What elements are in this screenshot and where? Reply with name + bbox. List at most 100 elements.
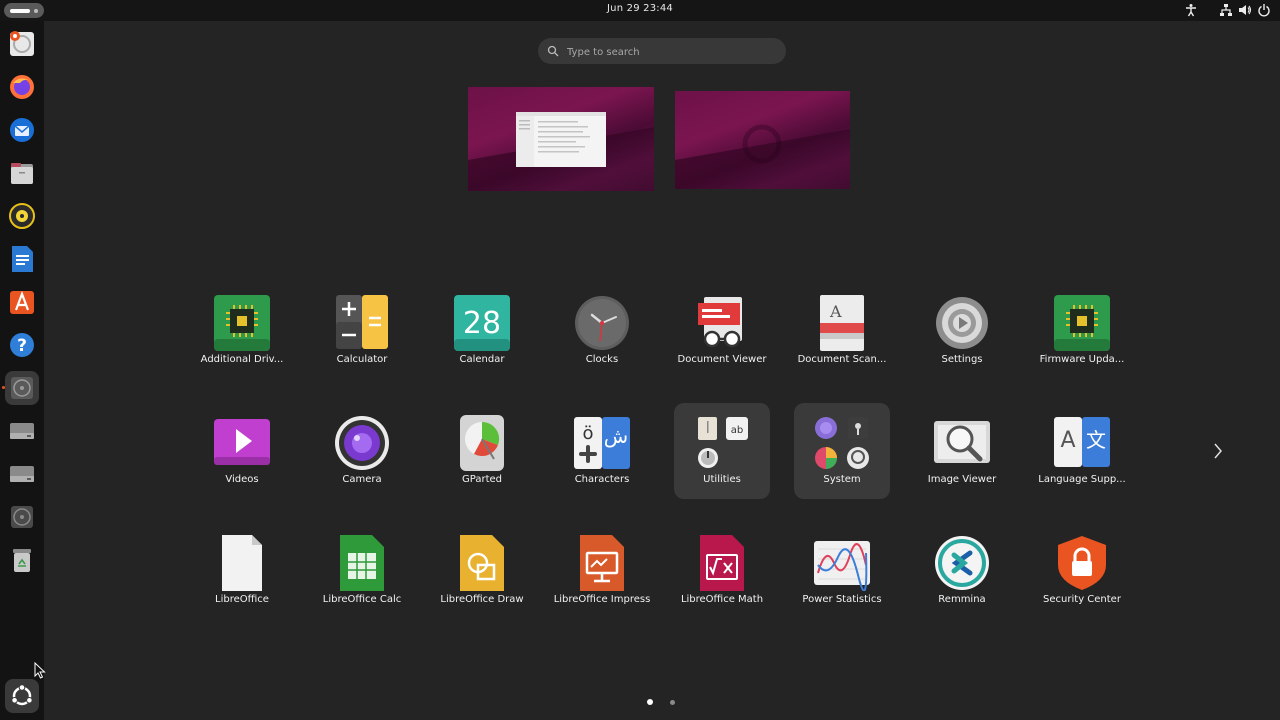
svg-text:文: 文 — [1086, 428, 1106, 452]
app-label: System — [823, 474, 861, 485]
show-apps-button[interactable] — [5, 679, 39, 713]
svg-text:A: A — [1060, 428, 1075, 453]
app-document-viewer[interactable]: Document Viewer — [674, 283, 770, 379]
app-image-viewer[interactable]: Image Viewer — [914, 403, 1010, 499]
app-label: Document Viewer — [677, 354, 767, 365]
accessibility-icon[interactable] — [1184, 3, 1198, 17]
app-label: Characters — [574, 474, 630, 485]
app-calendar[interactable]: 28 Calendar — [434, 283, 530, 379]
window-thumbnail[interactable] — [516, 112, 606, 167]
help-icon: ? — [10, 333, 34, 357]
dock-item-optical-drive[interactable] — [2, 371, 39, 405]
top-bar: Jun 29 23:44 — [0, 0, 1280, 21]
app-libreoffice-calc[interactable]: LibreOffice Calc — [314, 523, 410, 619]
folder-system[interactable]: System — [794, 403, 890, 499]
svg-text:?: ? — [17, 336, 27, 356]
document-viewer-icon — [698, 297, 742, 348]
characters-icon: ö ش — [574, 417, 630, 469]
app-security-center[interactable]: Security Center — [1034, 523, 1130, 619]
app-settings[interactable]: Settings — [914, 283, 1010, 379]
workspace-thumbnail-2[interactable] — [675, 91, 850, 189]
workspace-thumbnail-1[interactable] — [468, 87, 654, 191]
dock-item-rhythmbox[interactable] — [5, 199, 39, 233]
app-label: Videos — [225, 474, 259, 485]
dock-item-writer[interactable] — [5, 242, 39, 276]
page-indicator-2[interactable] — [670, 700, 675, 705]
app-label: LibreOffice Draw — [440, 594, 524, 605]
dock-item-firefox[interactable] — [5, 70, 39, 104]
dock-item-trash[interactable] — [5, 543, 39, 577]
app-characters[interactable]: ö ش Characters — [554, 403, 650, 499]
power-icon[interactable] — [1257, 3, 1271, 17]
document-scanner-icon: A — [820, 295, 864, 351]
search-icon — [547, 45, 559, 57]
magnifier-image-icon — [934, 421, 990, 463]
rhythmbox-icon — [9, 203, 35, 229]
app-language-support[interactable]: A 文 Language Supp... — [1034, 403, 1130, 499]
graph-icon — [814, 541, 870, 591]
app-label: Camera — [342, 474, 382, 485]
app-camera[interactable]: Camera — [314, 403, 410, 499]
app-label: Image Viewer — [927, 474, 997, 485]
calculator-icon — [336, 295, 388, 349]
spreadsheet-icon — [340, 535, 384, 591]
app-label: LibreOffice — [215, 594, 269, 605]
dock-item-thunderbird[interactable] — [5, 113, 39, 147]
chip-icon — [214, 295, 270, 351]
system-folder-icon — [815, 417, 869, 469]
dock-item-files[interactable] — [5, 156, 39, 190]
app-label: Clocks — [585, 354, 619, 365]
firmware-chip-icon — [1054, 295, 1110, 351]
app-remmina[interactable]: Remmina — [914, 523, 1010, 619]
app-label: GParted — [462, 474, 502, 485]
libreoffice-icon — [222, 535, 262, 591]
search-field[interactable] — [538, 38, 786, 64]
ubuntu-installer-icon — [10, 31, 34, 56]
app-label: Power Statistics — [802, 594, 882, 605]
clock-icon — [575, 296, 629, 350]
app-additional-drivers[interactable]: Additional Driv... — [194, 283, 290, 379]
app-gparted[interactable]: GParted — [434, 403, 530, 499]
app-calculator[interactable]: Calculator — [314, 283, 410, 379]
app-center-icon — [10, 290, 34, 314]
app-label: Firmware Upda... — [1039, 354, 1125, 365]
clock[interactable]: Jun 29 23:44 — [0, 3, 1280, 14]
running-indicator — [2, 386, 5, 389]
app-label: LibreOffice Math — [680, 594, 764, 605]
app-firmware-updater[interactable]: Firmware Upda... — [1034, 283, 1130, 379]
app-videos[interactable]: Videos — [194, 403, 290, 499]
optical-drive-icon — [11, 506, 33, 528]
app-power-statistics[interactable]: Power Statistics — [794, 523, 890, 619]
thunderbird-icon — [10, 118, 34, 142]
network-icon[interactable] — [1219, 3, 1233, 17]
svg-text:ö: ö — [582, 423, 593, 444]
dock-item-app-center[interactable] — [5, 285, 39, 319]
folder-utilities[interactable]: ab Utilities — [674, 403, 770, 499]
svg-text:ab: ab — [731, 425, 743, 436]
app-libreoffice-impress[interactable]: LibreOffice Impress — [554, 523, 650, 619]
dock-item-drive-1[interactable] — [5, 414, 39, 448]
firefox-icon — [10, 75, 34, 99]
app-label: Language Supp... — [1038, 474, 1126, 485]
app-libreoffice-draw[interactable]: LibreOffice Draw — [434, 523, 530, 619]
dock-item-drive-2[interactable] — [5, 457, 39, 491]
play-icon — [214, 419, 270, 465]
app-clocks[interactable]: Clocks — [554, 283, 650, 379]
app-label: Additional Driv... — [200, 354, 284, 365]
app-label: Document Scan... — [797, 354, 887, 365]
wallpaper-logo — [742, 124, 782, 164]
app-libreoffice[interactable]: LibreOffice — [194, 523, 290, 619]
dock-item-installer[interactable] — [5, 27, 39, 61]
app-label: LibreOffice Impress — [553, 594, 651, 605]
dock-item-optical-drive-2[interactable] — [5, 500, 39, 534]
app-label: Calculator — [336, 354, 388, 365]
volume-icon[interactable] — [1238, 3, 1252, 17]
calendar-day: 28 — [463, 306, 501, 341]
app-libreoffice-math[interactable]: LibreOffice Math — [674, 523, 770, 619]
page-indicator-1[interactable] — [647, 699, 653, 705]
chevron-right-icon[interactable] — [1210, 441, 1226, 461]
search-input[interactable] — [565, 42, 779, 62]
app-label: LibreOffice Calc — [322, 594, 402, 605]
dock-item-help[interactable]: ? — [5, 328, 39, 362]
app-document-scanner[interactable]: A Document Scan... — [794, 283, 890, 379]
